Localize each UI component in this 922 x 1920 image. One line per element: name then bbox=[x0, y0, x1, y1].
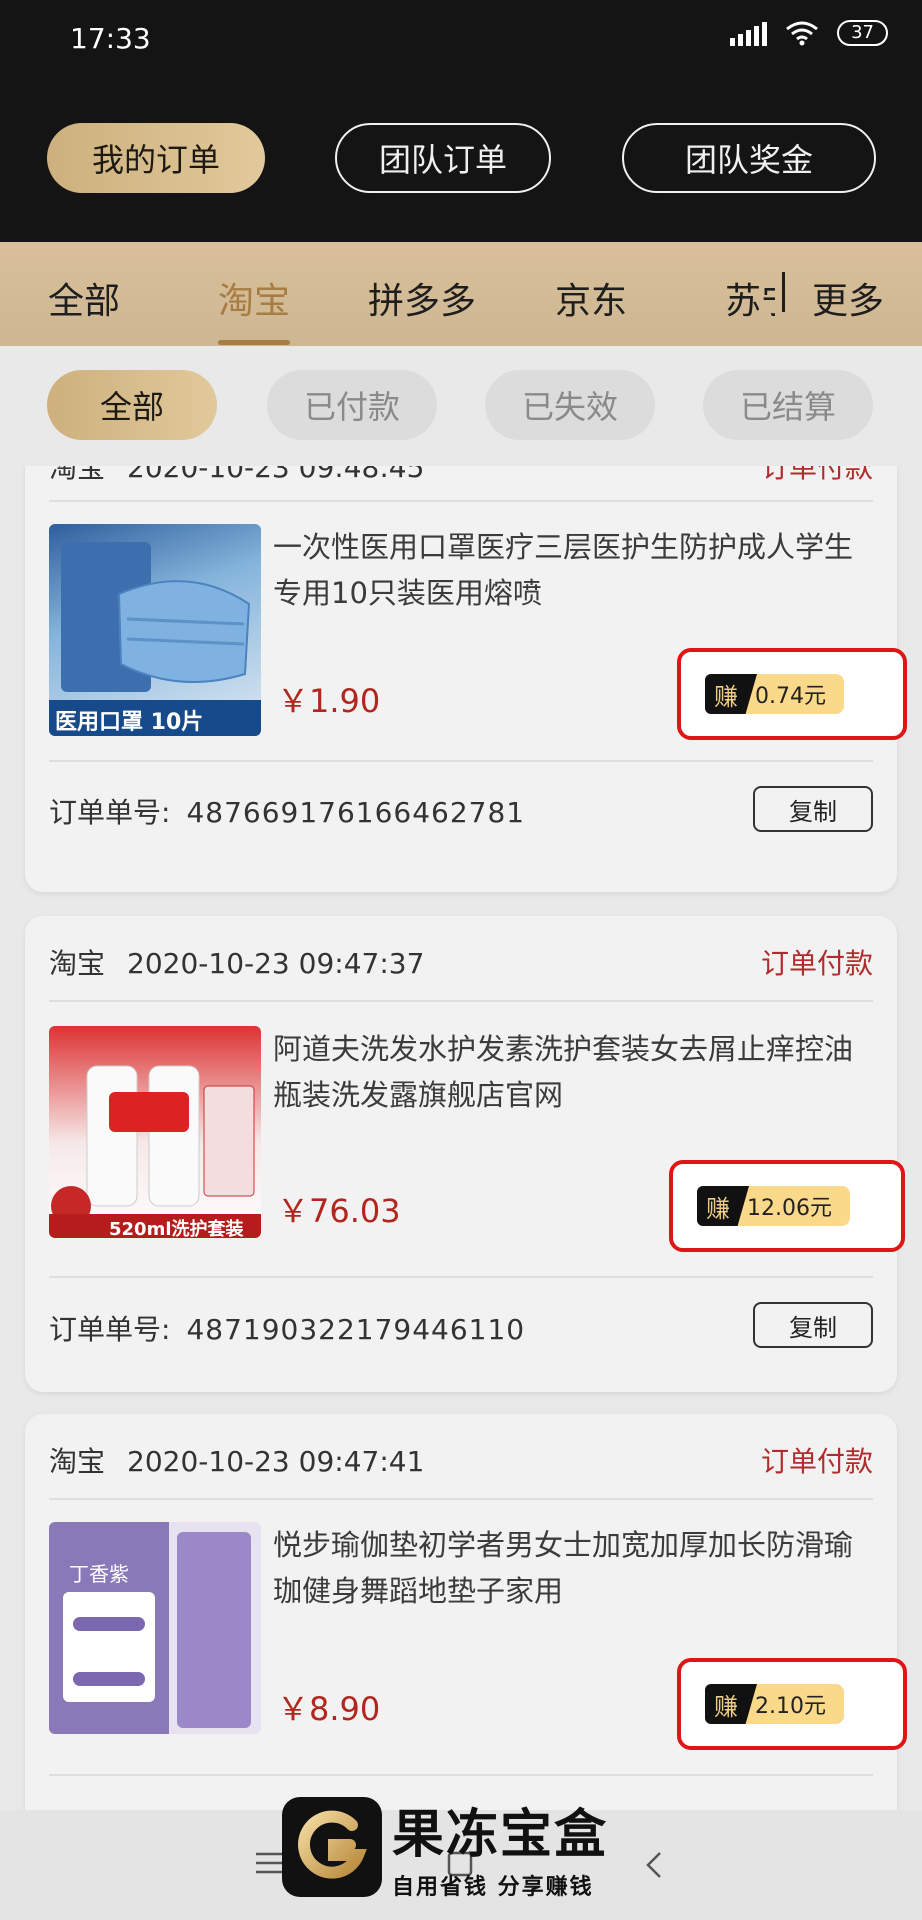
product-price: ￥8.90 bbox=[277, 1690, 381, 1728]
app-header: 17:33 37 我的订单 团队订单 团队奖金 bbox=[0, 0, 922, 242]
brand-watermark: 果冻宝盒 自用省钱 分享赚钱 bbox=[282, 1792, 608, 1901]
divider bbox=[49, 1498, 873, 1500]
product-price: ￥76.03 bbox=[277, 1192, 401, 1230]
order-card: 淘宝 2020-10-23 09:48:45 订单付款 医用口罩 10片 一次性医… bbox=[25, 466, 907, 892]
platform-tab-jd[interactable]: 京东 bbox=[555, 272, 627, 324]
shampoo-product-graphic bbox=[49, 1065, 261, 1238]
order-status: 订单付款 bbox=[760, 947, 873, 980]
earn-amount: 12.06元 bbox=[737, 1186, 850, 1226]
order-card: 淘宝 2020-10-23 09:47:37 订单付款 520ml洗护套装 阿道夫… bbox=[25, 916, 905, 1392]
order-number-label: 订单单号: bbox=[49, 796, 171, 829]
signal-icon bbox=[730, 20, 768, 46]
tab-team-orders[interactable]: 团队订单 bbox=[335, 123, 551, 193]
copy-button[interactable]: 复制 bbox=[753, 1302, 873, 1348]
order-platform: 淘宝 bbox=[49, 466, 106, 484]
more-button[interactable]: 更多 bbox=[812, 272, 884, 324]
platform-tab-suning[interactable]: 苏宁 bbox=[725, 272, 775, 324]
earn-highlight: 赚 0.74元 bbox=[677, 648, 907, 740]
order-time: 2020-10-23 09:47:41 bbox=[127, 1445, 425, 1478]
product-image[interactable]: 520ml洗护套装 bbox=[49, 1026, 261, 1238]
product-price: ￥1.90 bbox=[277, 682, 381, 720]
yoga-mat-product-graphic bbox=[49, 1522, 251, 1734]
order-status: 订单付款 bbox=[760, 1445, 873, 1478]
brand-logo bbox=[282, 1796, 382, 1897]
menu-icon[interactable] bbox=[254, 1850, 284, 1876]
order-header: 淘宝 2020-10-23 09:47:37 订单付款 bbox=[49, 942, 873, 982]
commission-badge: 赚 0.74元 bbox=[705, 674, 844, 714]
order-time: 2020-10-23 09:48:45 bbox=[127, 466, 425, 484]
earn-amount: 0.74元 bbox=[745, 674, 844, 714]
order-number: 487190322179446110 bbox=[186, 1313, 526, 1346]
wifi-icon bbox=[786, 21, 819, 46]
divider bbox=[49, 1276, 873, 1278]
status-filter-row: 全部 已付款 已失效 已结算 bbox=[0, 346, 922, 466]
brand-name: 果冻宝盒 bbox=[392, 1805, 609, 1865]
filter-invalid[interactable]: 已失效 bbox=[485, 370, 655, 440]
filter-paid[interactable]: 已付款 bbox=[267, 370, 437, 440]
product-title[interactable]: 阿道夫洗发水护发素洗护套装女去屑止痒控油瓶装洗发露旗舰店官网 bbox=[273, 1026, 873, 1118]
divider bbox=[49, 500, 873, 502]
status-time: 17:33 bbox=[70, 22, 151, 55]
filter-all[interactable]: 全部 bbox=[47, 370, 217, 440]
copy-button[interactable]: 复制 bbox=[753, 786, 873, 832]
filter-settled[interactable]: 已结算 bbox=[703, 370, 873, 440]
earn-highlight: 赚 2.10元 bbox=[677, 1658, 907, 1750]
order-list[interactable]: 淘宝 2020-10-23 09:48:45 订单付款 医用口罩 10片 一次性医… bbox=[0, 466, 922, 1810]
commission-badge: 赚 2.10元 bbox=[705, 1684, 844, 1724]
back-icon[interactable] bbox=[644, 1850, 664, 1880]
order-header: 淘宝 2020-10-23 09:47:41 订单付款 bbox=[49, 1440, 873, 1480]
divider bbox=[49, 760, 873, 762]
order-time: 2020-10-23 09:47:37 bbox=[127, 947, 425, 980]
order-number-row: 订单单号: 487190322179446110 bbox=[49, 1308, 525, 1348]
order-card: 淘宝 2020-10-23 09:47:41 订单付款 丁香紫 悦步瑜伽垫初学者男… bbox=[25, 1414, 907, 1810]
thumb-caption: 520ml洗护套装 bbox=[109, 1219, 244, 1238]
order-number: 487669176166462781 bbox=[186, 796, 526, 829]
brand-g-icon bbox=[298, 1810, 367, 1879]
tab-team-bonus[interactable]: 团队奖金 bbox=[622, 123, 876, 193]
divider bbox=[49, 1000, 873, 1002]
product-title[interactable]: 悦步瑜伽垫初学者男女士加宽加厚加长防滑瑜珈健身舞蹈地垫子家用 bbox=[273, 1522, 873, 1614]
tab-divider bbox=[782, 272, 785, 312]
product-image[interactable]: 丁香紫 bbox=[49, 1522, 261, 1734]
brand-slogan: 自用省钱 分享赚钱 bbox=[392, 1875, 594, 1900]
commission-badge: 赚 12.06元 bbox=[697, 1186, 850, 1226]
order-number-row: 订单单号: 487669176166462781 bbox=[49, 791, 525, 831]
earn-amount: 2.10元 bbox=[745, 1684, 844, 1724]
product-title[interactable]: 一次性医用口罩医疗三层医护生防护成人学生专用10只装医用熔喷 bbox=[273, 524, 873, 616]
tab-my-orders[interactable]: 我的订单 bbox=[47, 123, 265, 193]
active-tab-indicator bbox=[218, 340, 290, 345]
platform-tab-all[interactable]: 全部 bbox=[48, 272, 120, 324]
thumb-caption: 丁香紫 bbox=[69, 1562, 129, 1586]
product-image[interactable]: 医用口罩 10片 bbox=[49, 524, 261, 736]
divider bbox=[49, 1774, 873, 1776]
battery-indicator: 37 bbox=[837, 20, 888, 46]
earn-highlight: 赚 12.06元 bbox=[669, 1160, 905, 1252]
platform-tab-taobao[interactable]: 淘宝 bbox=[218, 272, 290, 324]
status-icons: 37 bbox=[730, 20, 888, 46]
platform-tab-pinduoduo[interactable]: 拼多多 bbox=[368, 272, 476, 324]
order-status: 订单付款 bbox=[760, 466, 873, 484]
order-platform: 淘宝 bbox=[49, 1445, 106, 1478]
order-header: 淘宝 2020-10-23 09:48:45 订单付款 bbox=[49, 466, 873, 486]
order-platform: 淘宝 bbox=[49, 947, 106, 980]
thumb-caption: 医用口罩 10片 bbox=[55, 710, 204, 735]
order-number-label: 订单单号: bbox=[49, 1313, 171, 1346]
